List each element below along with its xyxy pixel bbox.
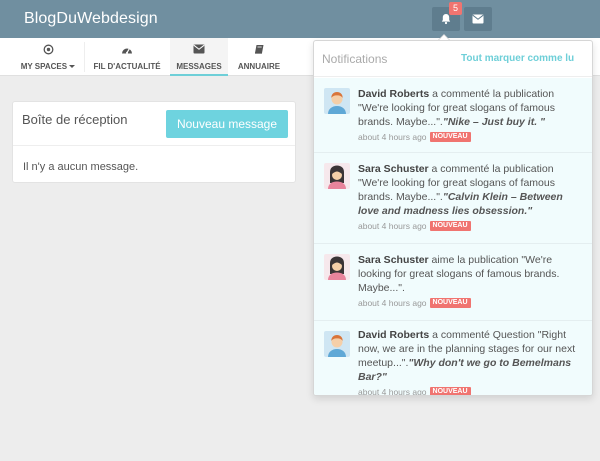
notification-time: about 4 hours ago	[358, 298, 427, 308]
new-badge: NOUVEAU	[429, 221, 471, 231]
notification-item[interactable]: David Roberts a commenté la publication …	[314, 78, 592, 153]
inbox-panel: Boîte de réception Nouveau message Il n'…	[12, 101, 296, 183]
notification-author[interactable]: Sara Schuster	[358, 163, 429, 175]
notification-item[interactable]: Sara Schuster a commenté la publication …	[314, 153, 592, 244]
notifications-title: Notifications	[322, 52, 388, 66]
dashboard-icon	[122, 48, 132, 54]
new-badge: NOUVEAU	[429, 387, 471, 395]
notification-quote: "Nike – Just buy it. "	[442, 116, 546, 128]
notification-time: about 4 hours ago	[358, 132, 427, 142]
notification-time: about 4 hours ago	[358, 387, 427, 396]
notification-item[interactable]: Sara Schuster aime la publication "We're…	[314, 244, 592, 321]
notification-author[interactable]: David Roberts	[358, 88, 429, 100]
notification-count-badge: 5	[449, 2, 462, 15]
notifications-header: Notifications Tout marquer comme lu	[314, 41, 592, 77]
new-badge: NOUVEAU	[429, 132, 471, 142]
new-badge: NOUVEAU	[429, 298, 471, 308]
nav-item-fil-actualite[interactable]: Fil d'actualité	[86, 38, 168, 76]
nav-label-my-spaces: My Spaces	[20, 62, 68, 71]
nav-label-messages: Messages	[176, 62, 222, 71]
envelope-icon	[472, 14, 484, 24]
nav-label-annuaire: Annuaire	[237, 62, 281, 71]
notifications-list: David Roberts a commenté la publication …	[314, 78, 592, 396]
notifications-dropdown: Notifications Tout marquer comme lu Davi…	[313, 40, 593, 396]
inbox-title: Boîte de réception	[22, 112, 128, 127]
notification-author[interactable]: David Roberts	[358, 329, 429, 341]
nav-item-messages[interactable]: Messages	[170, 38, 228, 76]
divider	[13, 145, 295, 146]
envelope-icon	[193, 44, 205, 54]
caret-down-icon	[69, 65, 76, 69]
female-avatar-icon	[324, 163, 350, 189]
male-avatar-icon	[324, 331, 350, 357]
female-avatar-icon	[324, 254, 350, 280]
book-icon	[254, 45, 263, 54]
male-avatar-icon	[324, 88, 350, 114]
nav-label-fil-actualite: Fil d'actualité	[93, 62, 161, 71]
notification-time: about 4 hours ago	[358, 221, 427, 231]
empty-inbox-text: Il n'y a aucun message.	[23, 161, 139, 173]
nav-item-my-spaces[interactable]: My Spaces	[14, 38, 82, 76]
mark-all-read-link[interactable]: Tout marquer comme lu	[461, 53, 574, 64]
nav-item-annuaire[interactable]: Annuaire	[230, 38, 288, 76]
messages-button[interactable]	[464, 7, 492, 31]
brand-logo[interactable]: BlogDuWebdesign	[24, 10, 158, 28]
notification-item[interactable]: David Roberts a commenté Question "Right…	[314, 321, 592, 396]
top-bar: BlogDuWebdesign 5	[0, 0, 600, 38]
new-message-button[interactable]: Nouveau message	[166, 110, 288, 138]
notification-author[interactable]: Sara Schuster	[358, 254, 429, 266]
circle-dot-icon	[43, 44, 53, 55]
